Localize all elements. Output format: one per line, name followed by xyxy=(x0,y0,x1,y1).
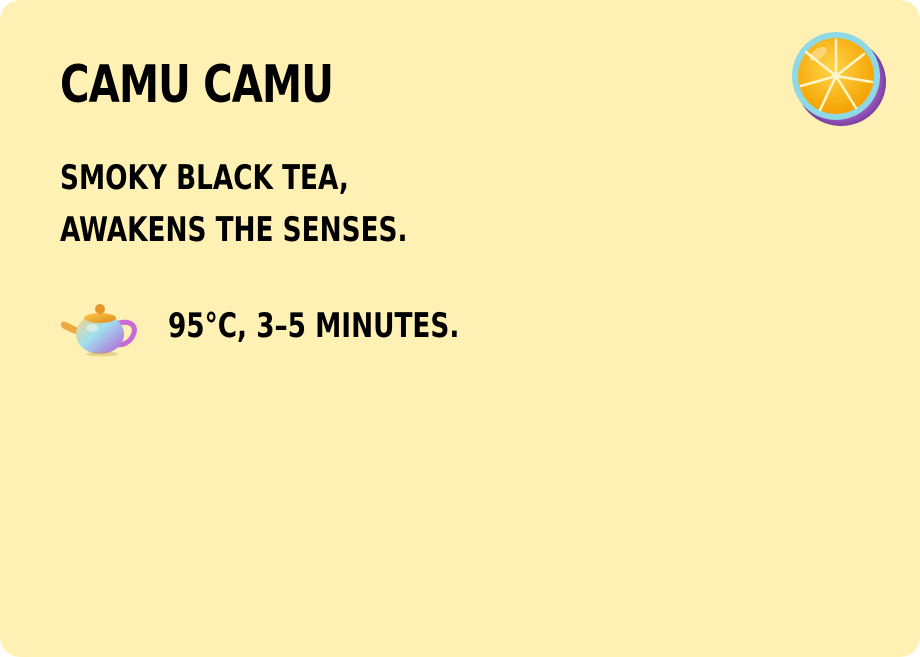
tea-card: CAMU CAMU SMOKY BLACK TEA, AWAKENS THE S… xyxy=(0,0,920,657)
tea-title: CAMU CAMU xyxy=(60,55,334,115)
description-line-2: AWAKENS THE SENSES. xyxy=(60,210,408,250)
description-line-1: SMOKY BLACK TEA, xyxy=(60,158,349,198)
teapot-icon xyxy=(58,296,142,358)
citrus-slice-icon xyxy=(786,26,890,130)
tea-description: SMOKY BLACK TEA, AWAKENS THE SENSES. xyxy=(60,152,407,256)
brew-instructions: 95°C, 3–5 MINUTES. xyxy=(168,306,460,346)
